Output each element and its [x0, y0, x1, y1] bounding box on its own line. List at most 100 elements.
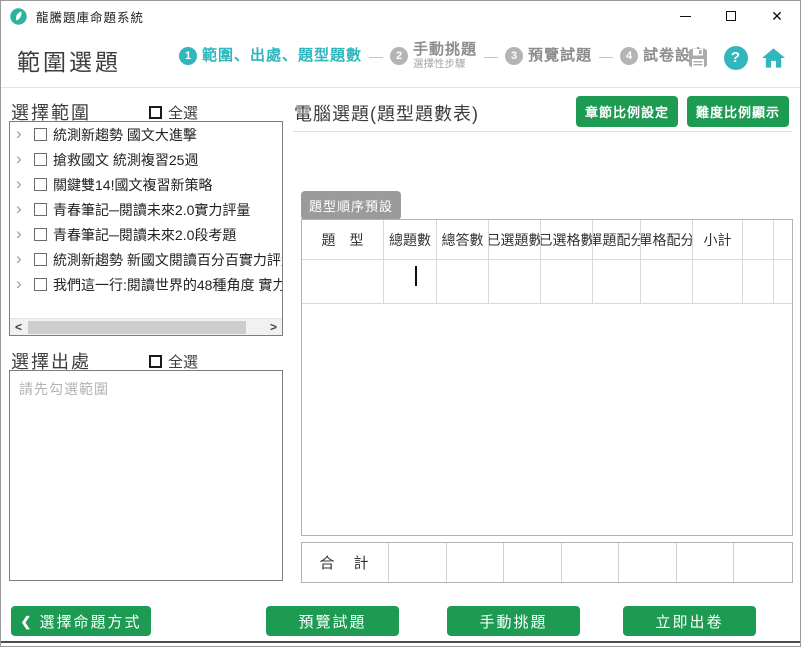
total-cell	[504, 543, 562, 582]
close-button[interactable]: ✕	[754, 1, 800, 31]
save-button[interactable]	[685, 45, 710, 70]
range-select-all-checkbox[interactable]	[149, 106, 162, 119]
col-header-empty	[743, 220, 774, 260]
cell-points-per-blank[interactable]	[641, 260, 693, 304]
help-button[interactable]: ?	[723, 45, 748, 70]
close-icon: ✕	[771, 8, 783, 25]
tree-item-label: 我們這一行:閱讀世界的48種角度 實力評量	[53, 275, 282, 295]
maximize-icon	[726, 11, 736, 21]
source-select-all-checkbox[interactable]	[149, 355, 162, 368]
tree-item-checkbox[interactable]	[34, 153, 47, 166]
back-to-method-button[interactable]: ❮ 選擇命題方式	[11, 606, 151, 636]
question-type-table: 題 型 總題數 總答數 已選題數 已選格數 單題配分 單格配分 小計	[301, 219, 793, 536]
step-dash: —	[484, 48, 498, 64]
step-1-label: 範圍、出處、題型題數	[202, 47, 362, 64]
preview-questions-button[interactable]: 預覽試題	[266, 606, 399, 636]
step-dash: —	[369, 48, 383, 64]
step-2-number: 2	[390, 47, 408, 65]
expand-chevron-icon[interactable]: ›	[16, 275, 30, 292]
tree-item-checkbox[interactable]	[34, 278, 47, 291]
home-button[interactable]	[761, 45, 786, 70]
expand-chevron-icon[interactable]: ›	[16, 150, 30, 167]
step-2-manual-pick[interactable]: 2 手動挑題 選擇性步驟	[390, 41, 477, 70]
tree-item-checkbox[interactable]	[34, 228, 47, 241]
background-window-edge	[1, 641, 800, 643]
col-header-points-per-question: 單題配分	[593, 220, 641, 260]
wizard-header: 範圍選題 1 範圍、出處、題型題數 — 2 手動挑題 選擇性步驟 — 3	[1, 31, 800, 87]
source-select-all-label: 全選	[168, 351, 198, 372]
tree-item-checkbox[interactable]	[34, 128, 47, 141]
expand-chevron-icon[interactable]: ›	[16, 125, 30, 142]
expand-chevron-icon[interactable]: ›	[16, 250, 30, 267]
step-3-label: 預覽試題	[528, 47, 592, 64]
step-3-number: 3	[505, 47, 523, 65]
tree-item[interactable]: › 統測新趨勢 國文大進擊	[10, 122, 282, 147]
back-chevron-icon: ❮	[21, 614, 34, 630]
tree-item-checkbox[interactable]	[34, 178, 47, 191]
right-panel-divider	[293, 131, 792, 132]
cell-total-answers[interactable]	[437, 260, 489, 304]
home-icon	[761, 46, 786, 70]
wizard-steps: 1 範圍、出處、題型題數 — 2 手動挑題 選擇性步驟 — 3 預覽試題	[179, 41, 707, 70]
cell-points-per-question[interactable]	[593, 260, 641, 304]
tree-item-label: 青春筆記─閱讀未來2.0實力評量	[53, 200, 250, 220]
page-title: 範圍選題	[17, 43, 121, 77]
chapter-ratio-button[interactable]: 章節比例設定	[576, 96, 678, 127]
step-1-number: 1	[179, 47, 197, 65]
window-title: 龍騰題庫命題系統	[36, 7, 144, 26]
minimize-icon	[680, 16, 691, 17]
difficulty-ratio-button[interactable]: 難度比例顯示	[687, 96, 789, 127]
scroll-right-icon[interactable]: >	[265, 319, 282, 336]
type-order-default-button[interactable]: 題型順序預設	[301, 191, 401, 220]
col-header-selected-blanks: 已選格數	[541, 220, 593, 260]
cell-selected-questions[interactable]	[489, 260, 541, 304]
minimize-button[interactable]	[662, 1, 708, 31]
tree-item-label: 統測新趨勢 新國文閱讀百分百實力評量	[53, 250, 282, 270]
tree-item[interactable]: › 青春筆記─閱讀未來2.0段考題	[10, 222, 282, 247]
cell-selected-blanks[interactable]	[541, 260, 593, 304]
cell-total-questions[interactable]	[384, 260, 437, 304]
tree-item[interactable]: › 我們這一行:閱讀世界的48種角度 實力評量	[10, 272, 282, 297]
range-select-all-label: 全選	[168, 102, 198, 123]
text-cursor	[415, 266, 417, 286]
scrollbar-thumb[interactable]	[28, 321, 246, 334]
total-cell	[447, 543, 505, 582]
tree-item-label: 統測新趨勢 國文大進擊	[53, 125, 197, 145]
scroll-left-icon[interactable]: <	[10, 319, 27, 336]
generate-paper-button[interactable]: 立即出卷	[623, 606, 756, 636]
tree-item[interactable]: › 關鍵雙14!國文複習新策略	[10, 172, 282, 197]
maximize-button[interactable]	[708, 1, 754, 31]
total-cell	[389, 543, 447, 582]
cell-type[interactable]	[302, 260, 384, 304]
cell-empty[interactable]	[743, 260, 774, 304]
tree-item-checkbox[interactable]	[34, 253, 47, 266]
tree-item[interactable]: › 統測新趨勢 新國文閱讀百分百實力評量	[10, 247, 282, 272]
horizontal-scrollbar[interactable]: < >	[10, 318, 282, 335]
total-cell	[734, 543, 792, 582]
tree-item-label: 青春筆記─閱讀未來2.0段考題	[53, 225, 236, 245]
col-header-empty	[774, 220, 792, 260]
source-select-all[interactable]: 全選	[149, 351, 198, 372]
tree-item[interactable]: › 青春筆記─閱讀未來2.0實力評量	[10, 197, 282, 222]
col-header-total-questions: 總題數	[384, 220, 437, 260]
cell-subtotal[interactable]	[693, 260, 743, 304]
header-divider	[1, 87, 800, 88]
computer-select-title: 電腦選題(題型題數表)	[294, 100, 479, 126]
total-cell	[677, 543, 735, 582]
expand-chevron-icon[interactable]: ›	[16, 225, 30, 242]
col-header-total-answers: 總答數	[437, 220, 489, 260]
tree-item[interactable]: › 搶救國文 統測複習25週	[10, 147, 282, 172]
col-header-type: 題 型	[302, 220, 384, 260]
step-1-range[interactable]: 1 範圍、出處、題型題數	[179, 47, 362, 65]
step-3-preview[interactable]: 3 預覽試題	[505, 47, 592, 65]
cell-empty[interactable]	[774, 260, 792, 304]
tree-item-checkbox[interactable]	[34, 203, 47, 216]
title-bar: 龍騰題庫命題系統 ✕	[1, 1, 800, 31]
manual-pick-button[interactable]: 手動挑題	[447, 606, 580, 636]
col-header-points-per-blank: 單格配分	[641, 220, 693, 260]
range-select-all[interactable]: 全選	[149, 102, 198, 123]
col-header-selected-questions: 已選題數	[489, 220, 541, 260]
source-list: 請先勾選範圍	[9, 370, 283, 581]
expand-chevron-icon[interactable]: ›	[16, 200, 30, 217]
expand-chevron-icon[interactable]: ›	[16, 175, 30, 192]
